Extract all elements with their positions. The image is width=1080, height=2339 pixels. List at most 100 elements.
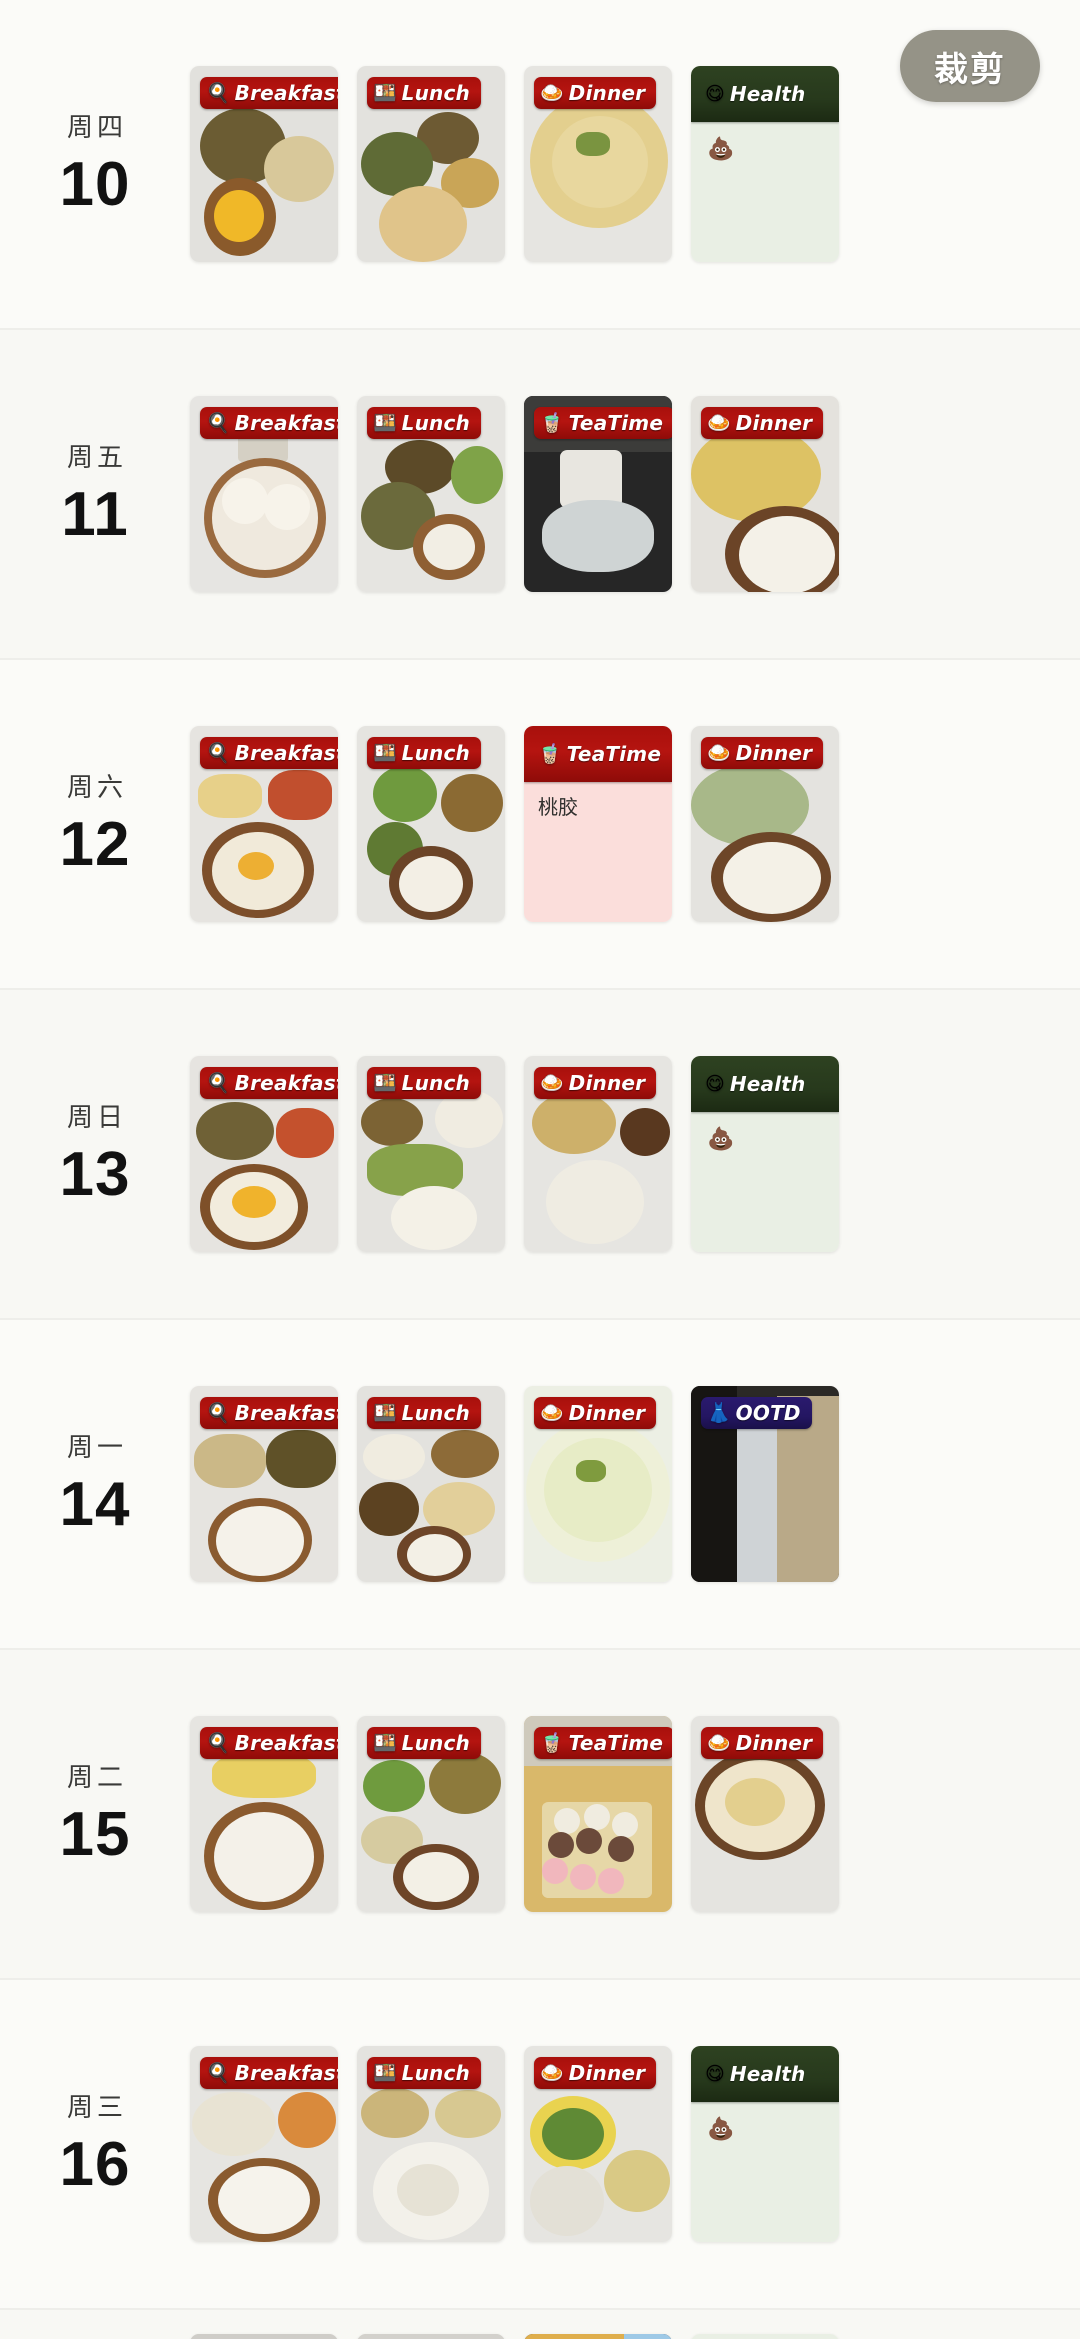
meal-card-breakfast[interactable]: 🍳 Breakfast (190, 1386, 338, 1582)
day-of-week: 周三 (66, 2091, 127, 2122)
day-row[interactable]: 周六 12 🍳 Breakfast 🍱 Lunch 🧋 TeaTime 桃胶 🍛 Dinner (0, 660, 1080, 990)
meal-card-breakfast[interactable] (190, 2334, 338, 2339)
food-shape (214, 1812, 314, 1902)
meal-card-dinner[interactable]: 🍛 Dinner (691, 726, 839, 922)
meal-label-chip-lunch: 🍱 Lunch (367, 77, 481, 109)
ootd-icon: 👗 (707, 1402, 731, 1424)
day-label (0, 2310, 190, 2316)
food-shape (542, 500, 654, 572)
meal-card-breakfast[interactable]: 🍳 Breakfast (190, 1716, 338, 1912)
meal-card-lunch[interactable]: 🍱 Lunch (357, 1716, 505, 1912)
food-shape (276, 1108, 334, 1158)
health-icon: 😋 (705, 2063, 725, 2085)
meal-card-strip[interactable] (190, 2310, 1080, 2339)
meal-card-strip[interactable]: 🍳 Breakfast 🍱 Lunch 🍛 Dinner 👗 OOTD (190, 1320, 1080, 1648)
meal-label-chip-lunch: 🍱 Lunch (367, 1727, 481, 1759)
food-shape (264, 136, 334, 202)
food-shape (435, 2090, 501, 2138)
meal-label-text: TeaTime (568, 411, 664, 435)
crop-button[interactable]: 裁剪 (900, 30, 1040, 102)
breakfast-icon: 🍳 (206, 82, 230, 104)
meal-card-strip[interactable]: 🍳 Breakfast 🍱 Lunch 🧋 TeaTime 🍛 Dinner (190, 330, 1080, 658)
meal-card-dinner[interactable]: 🍛 Dinner (691, 1716, 839, 1912)
lunch-icon: 🍱 (373, 1402, 397, 1424)
food-shape (238, 852, 274, 880)
food-shape (190, 2334, 338, 2339)
meal-label-chip-dinner: 🍛 Dinner (701, 407, 824, 439)
meal-card-dinner[interactable]: 🍛 Dinner (524, 1386, 672, 1582)
meal-label-chip-breakfast: 🍳 Breakfast (200, 2057, 338, 2089)
meal-label-chip-dinner: 🍛 Dinner (534, 2057, 657, 2089)
meal-label-chip-breakfast: 🍳 Breakfast (200, 1727, 338, 1759)
meal-label-text: Dinner (568, 1401, 646, 1425)
food-shape (363, 1434, 425, 1480)
breakfast-icon: 🍳 (206, 2062, 230, 2084)
meal-card-breakfast[interactable]: 🍳 Breakfast (190, 1056, 338, 1252)
meal-card-teatime[interactable] (524, 2334, 672, 2339)
meal-label-text: TeaTime (566, 742, 662, 766)
meal-card-lunch[interactable]: 🍱 Lunch (357, 1386, 505, 1582)
meal-card-breakfast[interactable]: 🍳 Breakfast (190, 2046, 338, 2242)
day-number: 13 (59, 1139, 131, 1209)
meal-card-lunch[interactable]: 🍱 Lunch (357, 396, 505, 592)
lunch-icon: 🍱 (373, 1732, 397, 1754)
teatime-icon: 🧋 (540, 1732, 564, 1754)
meal-card-health[interactable] (691, 2334, 839, 2339)
meal-card-health[interactable]: 😋 Health 💩 (691, 66, 839, 262)
day-of-week: 周六 (66, 771, 127, 802)
meal-label-text: Lunch (401, 81, 470, 105)
day-row[interactable]: 周五 11 🍳 Breakfast 🍱 Lunch 🧋 TeaTime 🍛 Dinner (0, 330, 1080, 660)
meal-card-lunch[interactable] (357, 2334, 505, 2339)
meal-card-dinner[interactable]: 🍛 Dinner (524, 2046, 672, 2242)
meal-card-health[interactable]: 😋 Health 💩 (691, 1056, 839, 1252)
meal-card-strip[interactable]: 🍳 Breakfast 🍱 Lunch 🧋 TeaTime 桃胶 🍛 Dinner (190, 660, 1080, 988)
meal-card-dinner[interactable]: 🍛 Dinner (524, 66, 672, 262)
day-row[interactable]: 周二 15 🍳 Breakfast 🍱 Lunch 🧋 TeaTime 🍛 Dinner (0, 1650, 1080, 1980)
dinner-icon: 🍛 (707, 1732, 731, 1754)
health-note-icon: 💩 (707, 1126, 735, 1151)
food-shape (423, 524, 475, 570)
meal-card-dinner[interactable]: 🍛 Dinner (524, 1056, 672, 1252)
day-label: 周二 15 (0, 1650, 190, 1978)
meal-card-dinner[interactable]: 🍛 Dinner (691, 396, 839, 592)
meal-label-chip-health: 😋 Health (691, 1056, 839, 1112)
lunch-icon: 🍱 (373, 412, 397, 434)
food-shape (266, 1430, 336, 1488)
day-row[interactable] (0, 2310, 1080, 2339)
food-shape (624, 2334, 672, 2339)
meal-card-lunch[interactable]: 🍱 Lunch (357, 66, 505, 262)
day-rows-container[interactable]: 周四 10 🍳 Breakfast 🍱 Lunch 🍛 Dinner 😋 Health 💩 周五 11 🍳… (0, 0, 1080, 2339)
food-shape (576, 1460, 606, 1482)
food-shape (548, 1832, 574, 1858)
meal-card-breakfast[interactable]: 🍳 Breakfast (190, 396, 338, 592)
meal-card-strip[interactable]: 🍳 Breakfast 🍱 Lunch 🍛 Dinner 😋 Health 💩 (190, 1980, 1080, 2308)
meal-card-teatime[interactable]: 🧋 TeaTime 桃胶 (524, 726, 672, 922)
meal-card-lunch[interactable]: 🍱 Lunch (357, 2046, 505, 2242)
meal-card-ootd[interactable]: 👗 OOTD (691, 1386, 839, 1582)
breakfast-icon: 🍳 (206, 1402, 230, 1424)
meal-card-teatime[interactable]: 🧋 TeaTime (524, 396, 672, 592)
day-row[interactable]: 周一 14 🍳 Breakfast 🍱 Lunch 🍛 Dinner 👗 OOTD (0, 1320, 1080, 1650)
day-number: 16 (59, 2129, 131, 2199)
day-of-week: 周一 (66, 1431, 127, 1462)
meal-card-lunch[interactable]: 🍱 Lunch (357, 1056, 505, 1252)
day-row[interactable]: 周三 16 🍳 Breakfast 🍱 Lunch 🍛 Dinner 😋 Health 💩 (0, 1980, 1080, 2310)
meal-card-strip[interactable]: 🍳 Breakfast 🍱 Lunch 🧋 TeaTime 🍛 Dinner (190, 1650, 1080, 1978)
day-number: 12 (59, 809, 131, 879)
meal-card-breakfast[interactable]: 🍳 Breakfast (190, 66, 338, 262)
meal-card-health[interactable]: 😋 Health 💩 (691, 2046, 839, 2242)
meal-card-breakfast[interactable]: 🍳 Breakfast (190, 726, 338, 922)
meal-label-text: Health (729, 82, 806, 106)
meal-label-chip-lunch: 🍱 Lunch (367, 737, 481, 769)
day-row[interactable]: 周日 13 🍳 Breakfast 🍱 Lunch 🍛 Dinner 😋 Health 💩 (0, 990, 1080, 1320)
day-label: 周六 12 (0, 660, 190, 988)
breakfast-icon: 🍳 (206, 1732, 230, 1754)
meal-card-lunch[interactable]: 🍱 Lunch (357, 726, 505, 922)
lunch-icon: 🍱 (373, 2062, 397, 2084)
meal-card-strip[interactable]: 🍳 Breakfast 🍱 Lunch 🍛 Dinner 😋 Health 💩 (190, 990, 1080, 1318)
food-shape (725, 1778, 785, 1826)
food-shape (214, 190, 264, 242)
meal-card-teatime[interactable]: 🧋 TeaTime (524, 1716, 672, 1912)
food-shape (620, 1108, 670, 1156)
food-shape (363, 1760, 425, 1812)
